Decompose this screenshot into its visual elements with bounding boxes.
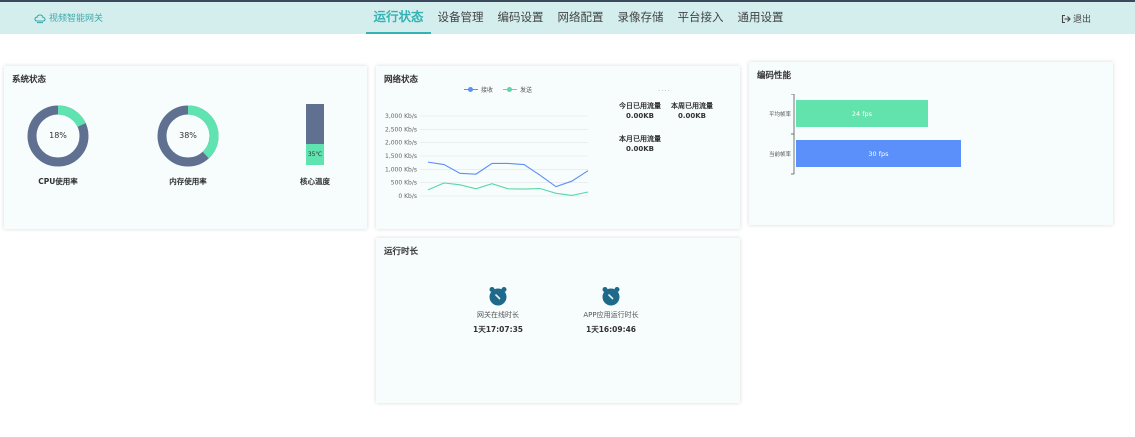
system-status-card: 系统状态 18% CPU使用率 38% 内存使用率 35℃ 核心温度 [4, 66, 367, 229]
y-tick-label: 1,000 Kb/s [385, 166, 417, 173]
legend-item-send[interactable]: 发送 [503, 85, 532, 94]
temperature-bar: 35℃ [306, 104, 324, 165]
month-traffic-label: 本月已用流量 [619, 135, 661, 143]
today-traffic-label: 今日已用流量 [619, 102, 661, 110]
nav-item-2[interactable]: 编码设置 [491, 2, 551, 34]
nav-item-3[interactable]: 网络配置 [551, 2, 611, 34]
main-nav: 运行状态 设备管理 编码设置 网络配置 录像存储 平台接入 通用设置 [0, 2, 1135, 34]
system-status-title: 系统状态 [12, 75, 47, 85]
nav-item-1[interactable]: 设备管理 [431, 2, 491, 34]
legend-receive-label: 接收 [481, 87, 494, 94]
logout-button[interactable]: 退出 [1061, 12, 1091, 25]
nav-item-5[interactable]: 平台接入 [671, 2, 731, 34]
temperature-value: 35℃ [307, 151, 323, 158]
receive-legend-marker [464, 87, 478, 93]
encode-cur-bar: 30 fps [796, 140, 961, 167]
today-traffic-value: 0.00KB [625, 112, 655, 120]
gateway-online-label: 网关在线时长 [477, 311, 519, 319]
cpu-gauge: 18% [26, 104, 90, 168]
cpu-value: 18% [49, 131, 67, 140]
legend-item-receive[interactable]: 接收 [464, 85, 493, 94]
y-tick-label: 0 Kb/s [398, 193, 417, 200]
app-runtime-value: 1天16:09:46 [585, 325, 637, 334]
logout-label: 退出 [1072, 15, 1091, 25]
encode-avg-bar: 24 fps [796, 100, 928, 127]
series-line-0 [427, 161, 589, 188]
temperature-label: 核心温度 [300, 177, 330, 186]
y-tick-label: 500 Kb/s [391, 180, 417, 187]
logout-icon [1061, 14, 1071, 23]
network-status-card: 网络状态 接收 发送 .... 3,000 Kb/s 2,500 Kb/s 2,00… [376, 66, 740, 229]
gateway-clock-icon [489, 287, 507, 306]
memory-value: 38% [179, 131, 197, 140]
app-runtime-label: APP应用运行时长 [583, 311, 639, 319]
encode-cur-value: 30 fps [868, 149, 889, 158]
week-traffic-value: 0.00KB [677, 112, 707, 120]
memory-gauge: 38% [156, 104, 220, 168]
network-line-chart: 3,000 Kb/s 2,500 Kb/s 2,000 Kb/s 1,500 Kb/s… [385, 113, 589, 200]
network-status-title: 网络状态 [384, 75, 419, 85]
y-tick-label: 3,000 Kb/s [385, 113, 417, 120]
encode-avg-value: 24 fps [851, 109, 873, 118]
send-legend-marker [503, 87, 518, 93]
encode-cur-label: 当前帧率 [768, 152, 791, 158]
y-tick-label: 2,000 Kb/s [385, 140, 417, 147]
app-clock-icon [602, 287, 620, 306]
memory-label: 内存使用率 [169, 177, 207, 186]
chart-legend: 接收 发送 [464, 85, 532, 94]
month-traffic-value: 0.00KB [625, 145, 655, 153]
legend-send-label: 发送 [520, 87, 533, 94]
cpu-label: CPU使用率 [38, 177, 78, 186]
encode-avg-label: 平均帧率 [768, 112, 791, 118]
runtime-title: 运行时长 [384, 247, 419, 257]
nav-item-6[interactable]: 通用设置 [731, 2, 791, 34]
runtime-card: 运行时长 网关在线时长 1天17:07:35 APP应用运行时长 1天16:09… [376, 238, 740, 403]
series-line-1 [427, 182, 589, 197]
y-tick-label: 1,500 Kb/s [385, 153, 417, 160]
month-traffic: 本月已用流量 0.00KB [612, 134, 668, 154]
more-dots: .... [658, 85, 671, 93]
nav-item-4[interactable]: 录像存储 [611, 2, 671, 34]
gateway-online-value: 1天17:07:35 [472, 325, 524, 334]
week-traffic: 本周已用流量 0.00KB [664, 101, 720, 121]
nav-item-0[interactable]: 运行状态 [366, 2, 431, 34]
encode-performance-card: 编码性能 平均帧率 当前帧率 24 fps 30 fps [749, 62, 1113, 225]
week-traffic-label: 本周已用流量 [671, 102, 713, 110]
y-tick-label: 2,500 Kb/s [385, 126, 417, 133]
encode-performance-title: 编码性能 [757, 71, 792, 81]
top-navbar: 视频智能网关 运行状态 设备管理 编码设置 网络配置 录像存储 平台接入 通用设置 退出 [0, 2, 1135, 34]
today-traffic: 今日已用流量 0.00KB [612, 101, 668, 121]
